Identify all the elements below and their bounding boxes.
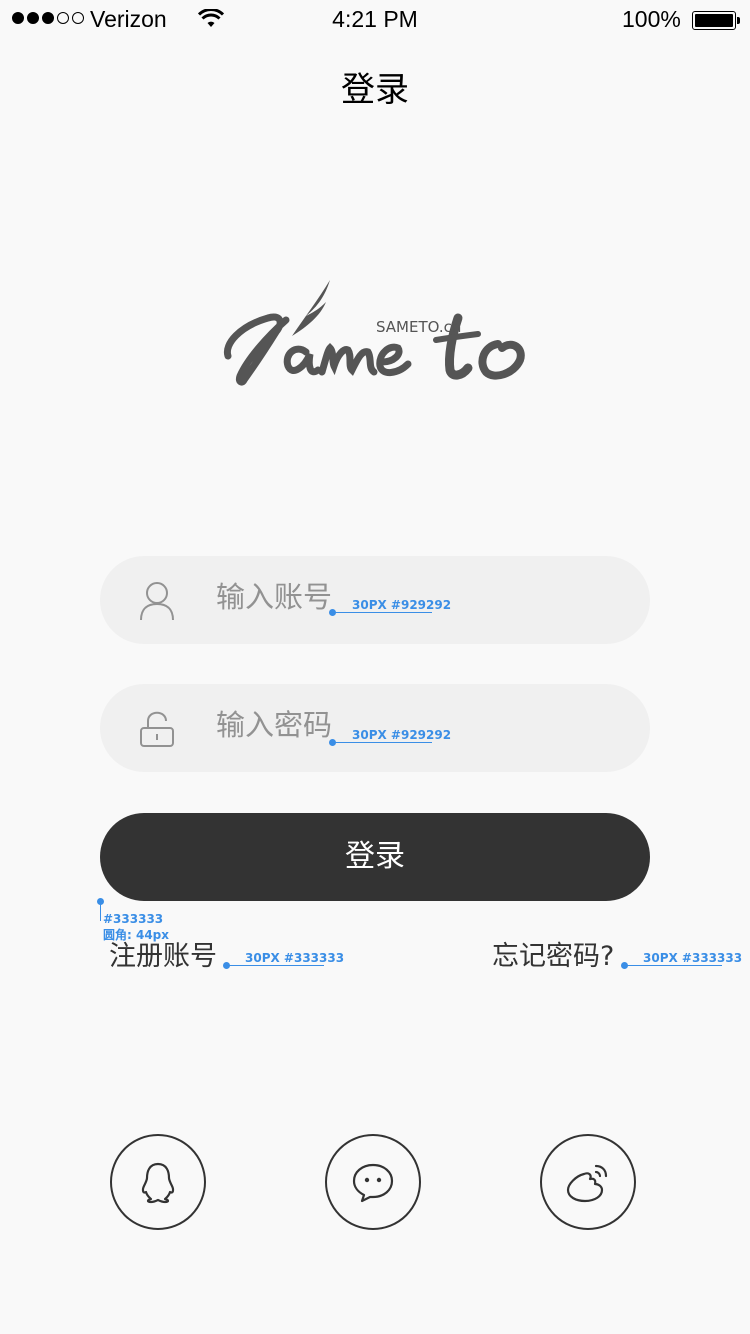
- lock-icon: [140, 711, 174, 747]
- battery-percent: 100%: [622, 6, 681, 32]
- wechat-login-button[interactable]: [325, 1134, 421, 1230]
- annotation-account-spec: 30PX #929292: [352, 598, 452, 612]
- page-title: 登录: [341, 70, 409, 110]
- sameto-logo: SAMETO.cn: [223, 280, 525, 386]
- annotation-register-spec: 30PX #333333: [245, 951, 345, 965]
- annotation-line: [226, 965, 324, 966]
- qq-icon: [141, 1162, 175, 1204]
- status-bar: Verizon 4:21 PM 100%: [0, 0, 750, 40]
- wechat-icon: [352, 1163, 394, 1203]
- battery-icon: [692, 11, 740, 30]
- annotation-line: [332, 612, 432, 613]
- login-button[interactable]: 登录: [100, 813, 650, 901]
- logo-subtext: SAMETO.cn: [376, 318, 461, 336]
- annotation-forgot-spec: 30PX #333333: [643, 951, 743, 965]
- qq-login-button[interactable]: [110, 1134, 206, 1230]
- annotation-button-color: #333333: [103, 912, 164, 926]
- forgot-password-link[interactable]: 忘记密码?: [492, 934, 614, 973]
- annotation-password-spec: 30PX #929292: [352, 728, 452, 742]
- annotation-line: [624, 965, 722, 966]
- annotation-line: [100, 901, 101, 921]
- weibo-icon: [566, 1164, 608, 1203]
- weibo-login-button[interactable]: [540, 1134, 636, 1230]
- annotation-line: [332, 742, 432, 743]
- register-link[interactable]: 注册账号: [109, 934, 217, 973]
- user-icon: [140, 582, 174, 620]
